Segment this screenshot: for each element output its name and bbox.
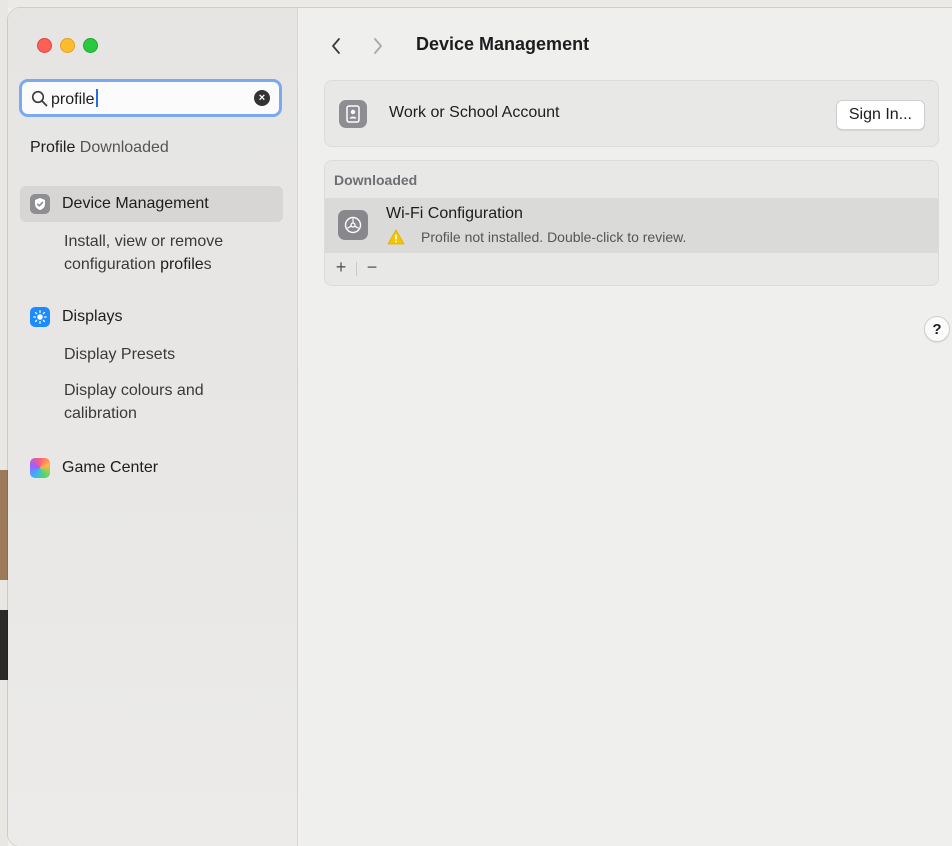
text-caret <box>95 89 98 107</box>
sidebar-subitem-install-profiles[interactable]: Install, view or remove configuration pr… <box>64 230 223 276</box>
search-icon <box>31 90 48 107</box>
close-window-button[interactable] <box>37 38 52 53</box>
gear-icon <box>338 210 368 240</box>
work-account-label: Work or School Account <box>389 104 560 121</box>
system-settings-window: profile × Profile Downloaded Device Mana… <box>8 8 952 846</box>
back-button[interactable] <box>324 34 348 58</box>
desktop-background <box>0 0 952 8</box>
forward-button[interactable] <box>366 34 390 58</box>
page-title: Device Management <box>416 34 590 54</box>
sidebar-item-displays[interactable]: Displays <box>20 299 283 335</box>
sidebar-item-label: Device Management <box>62 195 209 212</box>
sidebar-item-label: Game Center <box>62 459 159 476</box>
sidebar-item-game-center[interactable]: Game Center <box>20 450 283 486</box>
clear-search-icon[interactable]: × <box>254 90 270 106</box>
game-center-icon <box>30 458 50 478</box>
help-button[interactable]: ? <box>924 316 950 342</box>
search-input[interactable]: profile <box>51 89 98 109</box>
zoom-window-button[interactable] <box>83 38 98 53</box>
list-toolbar: + − <box>325 253 938 285</box>
displays-icon <box>30 307 50 327</box>
profile-name: Wi-Fi Configuration <box>386 205 523 222</box>
minimize-window-button[interactable] <box>60 38 75 53</box>
main-pane: Device Management Work or School Account… <box>298 8 952 846</box>
section-header: Downloaded <box>334 172 418 188</box>
search-field[interactable]: profile × <box>19 79 282 117</box>
desktop-background-edge <box>0 0 8 846</box>
chevron-left-icon <box>332 38 340 54</box>
remove-profile-button[interactable]: − <box>362 257 382 278</box>
sidebar: profile × Profile Downloaded Device Mana… <box>8 8 298 846</box>
add-profile-button[interactable]: + <box>331 257 351 278</box>
contact-card-icon <box>339 100 367 128</box>
search-suggestion[interactable]: Profile Downloaded <box>30 139 169 157</box>
device-management-icon <box>30 194 50 214</box>
sidebar-item-device-management[interactable]: Device Management <box>20 186 283 222</box>
sidebar-subitem-display-presets[interactable]: Display Presets <box>64 343 175 366</box>
sidebar-subitem-display-colours[interactable]: Display colours and calibration <box>64 379 204 425</box>
toolbar-divider <box>356 262 357 276</box>
sign-in-button[interactable]: Sign In... <box>835 100 925 130</box>
window-controls <box>37 38 98 53</box>
downloaded-profiles-card: Downloaded Wi-Fi Configuration Profile n… <box>324 160 939 286</box>
warning-icon <box>387 229 405 245</box>
sidebar-item-label: Displays <box>62 308 123 325</box>
profile-row[interactable]: Wi-Fi Configuration Profile not installe… <box>325 198 938 253</box>
profile-status: Profile not installed. Double-click to r… <box>421 229 687 245</box>
work-account-card: Work or School Account Sign In... <box>324 80 939 147</box>
chevron-right-icon <box>374 38 382 54</box>
navigation-buttons <box>324 34 390 58</box>
